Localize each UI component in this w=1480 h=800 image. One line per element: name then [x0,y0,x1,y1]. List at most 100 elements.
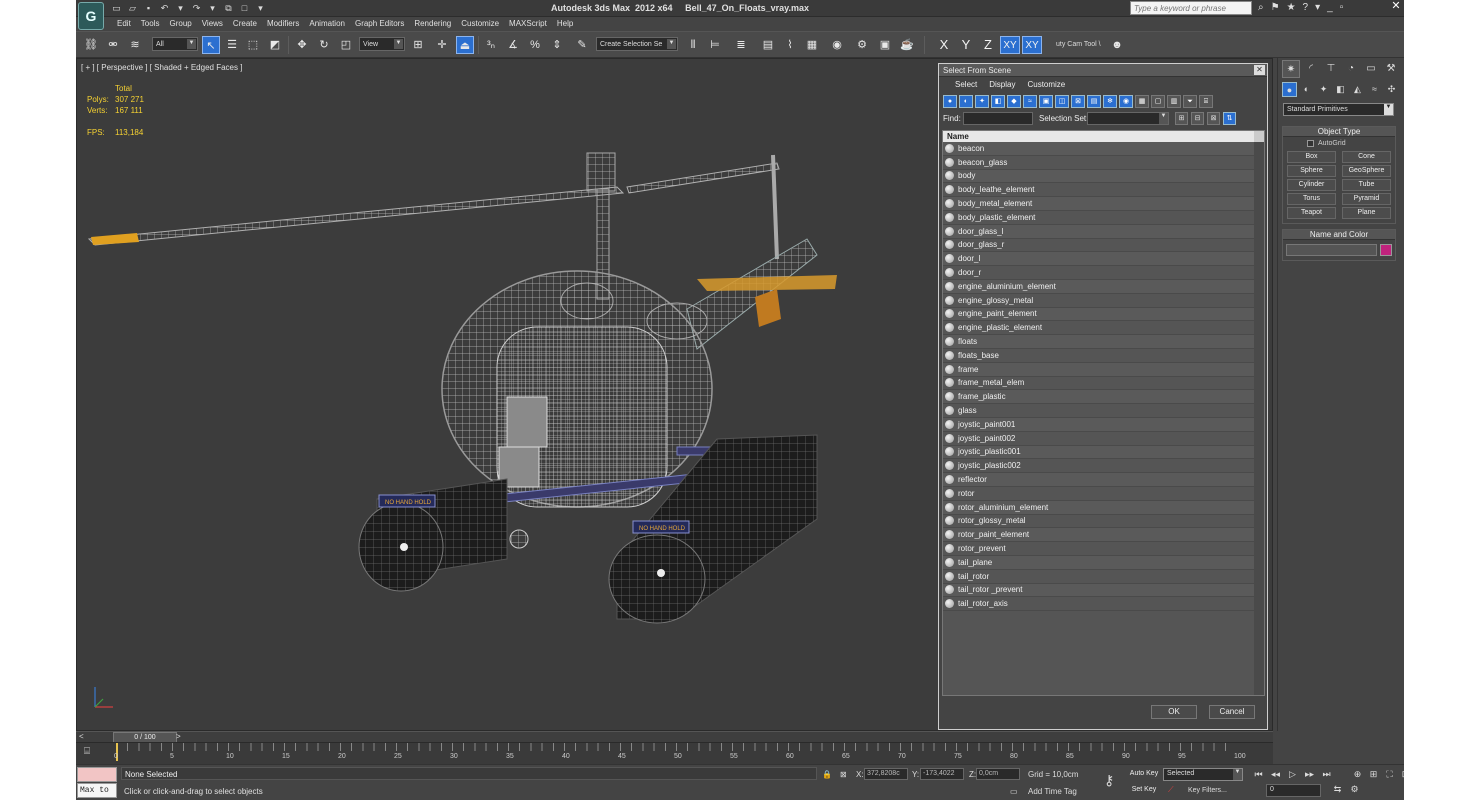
menu-tools[interactable]: Tools [136,17,165,31]
helpers-filter-icon[interactable]: ◆ [1007,95,1021,108]
named-selection-sets-dropdown[interactable]: Create Selection Se ▼ [596,37,678,51]
workspace-icon[interactable]: □ [238,2,251,14]
time-slider-next-icon[interactable]: > [176,732,181,741]
cancel-button[interactable]: Cancel [1209,705,1255,719]
object-type-title[interactable]: Object Type [1283,127,1395,137]
cameras-filter-icon[interactable]: ◧ [991,95,1005,108]
dialog-menu-customize[interactable]: Customize [1021,77,1071,92]
spinner-snap-icon[interactable]: ⇕ [548,36,566,54]
space-warps-filter-icon[interactable]: ≈ [1023,95,1037,108]
list-item[interactable]: floats [943,335,1264,349]
angle-snap-icon[interactable]: ∡ [504,36,522,54]
keyboard-shortcut-override-icon[interactable]: ⏏ [456,36,474,54]
set-key-button[interactable]: Set Key [1127,784,1161,797]
mirror-icon[interactable]: ⫴ [684,36,702,54]
list-item[interactable]: frame [943,362,1264,377]
list-item[interactable]: beacon_glass [943,156,1264,170]
axis-xy-button[interactable]: XY [1000,36,1020,54]
help-icon[interactable]: ? [1303,2,1309,14]
axis-xy-constraint-button[interactable]: XY [1022,36,1042,54]
select-by-name-icon[interactable]: ☰ [223,36,241,54]
undo-icon[interactable]: ↶ [158,2,171,14]
filter-options-icon[interactable]: ⌸ [1199,95,1213,108]
rendered-frame-window-icon[interactable]: ▣ [876,36,894,54]
time-slider-prev-icon[interactable]: < [79,732,84,741]
torus-button[interactable]: Torus [1287,193,1336,205]
display-none-icon[interactable]: ▢ [1151,95,1165,108]
reference-coordinate-dropdown[interactable]: View ▼ [359,37,405,51]
name-column-header[interactable]: Name [943,131,1264,142]
teapot-button[interactable]: Teapot [1287,207,1336,219]
frozen-filter-icon[interactable]: ❄ [1103,95,1117,108]
lights-category-icon[interactable]: ✦ [1316,82,1331,97]
create-tab-icon[interactable]: ✷ [1282,60,1300,78]
menu-rendering[interactable]: Rendering [409,17,456,31]
application-menu-button[interactable]: G [78,2,104,30]
maximize-icon[interactable]: ▫ [1340,2,1344,14]
list-item[interactable]: body_plastic_element [943,211,1264,225]
snaps-toggle-icon[interactable]: ³ₙ [482,36,500,54]
list-item[interactable]: joystic_paint001 [943,417,1264,432]
list-item[interactable]: door_glass_r [943,239,1264,253]
xrefs-filter-icon[interactable]: ◫ [1055,95,1069,108]
select-none-icon[interactable]: ⊟ [1191,112,1204,125]
list-item[interactable]: rotor_paint_element [943,528,1264,543]
select-and-rotate-icon[interactable]: ↻ [315,36,333,54]
next-frame-icon[interactable]: ▸▸ [1303,769,1316,780]
maxscript-mini-listener[interactable]: Max to [77,783,117,798]
render-setup-icon[interactable]: ⚙ [853,36,871,54]
list-item[interactable]: frame_metal_elem [943,377,1264,391]
dialog-menu-display[interactable]: Display [983,77,1021,92]
binoculars-icon[interactable]: ⌕ [1258,2,1264,14]
layer-manager-icon[interactable]: ≣ [732,36,750,54]
undo-dropdown-icon[interactable]: ▾ [174,2,187,14]
list-item[interactable]: tail_rotor_axis [943,597,1264,612]
dialog-menu-select[interactable]: Select [949,77,983,92]
utilities-tab-icon[interactable]: ⚒ [1382,60,1400,78]
list-item[interactable]: rotor_prevent [943,542,1264,556]
menu-animation[interactable]: Animation [304,17,350,31]
close-icon[interactable]: ✕ [1388,0,1404,16]
menu-customize[interactable]: Customize [456,17,504,31]
menu-help[interactable]: Help [552,17,578,31]
zoom-extents-all-icon[interactable]: ⊡ [1399,769,1404,780]
rectangular-selection-icon[interactable]: ⬚ [244,36,262,54]
display-tab-icon[interactable]: ▭ [1362,60,1380,78]
pivot-center-icon[interactable]: ⊞ [409,36,427,54]
list-item[interactable]: body_leathe_element [943,183,1264,198]
list-item[interactable]: tail_rotor _prevent [943,583,1264,598]
key-mode-toggle-icon[interactable]: ⇆ [1331,784,1344,795]
x-coord-field[interactable]: 372,8208c [864,768,908,780]
object-name-input[interactable] [1286,244,1378,256]
unlink-icon[interactable]: ⚮ [104,36,122,54]
communication-center-icon[interactable]: ★ [1287,2,1296,14]
pyramid-button[interactable]: Pyramid [1342,193,1391,205]
curve-editor-mini-icon[interactable]: ⌸ [84,746,90,757]
key-filters-button[interactable]: Key Filters... [1188,787,1227,794]
hierarchy-tab-icon[interactable]: ⊤ [1322,60,1340,78]
list-item[interactable]: joystic_plastic002 [943,459,1264,474]
list-item[interactable]: door_l [943,252,1264,267]
menu-edit[interactable]: Edit [112,17,136,31]
list-scrollbar[interactable] [1254,142,1264,695]
modify-tab-icon[interactable]: ◜ [1302,60,1320,78]
primitive-type-dropdown[interactable]: Standard Primitives ▼ [1283,103,1394,116]
list-item[interactable]: body [943,169,1264,184]
menu-views[interactable]: Views [197,17,228,31]
percent-snap-icon[interactable]: % [526,36,544,54]
list-item[interactable]: engine_paint_element [943,307,1264,322]
subscription-icon[interactable]: ⚑ [1271,2,1280,14]
bind-space-warp-icon[interactable]: ≋ [126,36,144,54]
axis-y-button[interactable]: Y [956,36,976,54]
list-item[interactable]: glass [943,404,1264,418]
new-file-icon[interactable]: ▭ [110,2,123,14]
menu-create[interactable]: Create [228,17,262,31]
find-input[interactable] [963,112,1033,125]
menu-graph-editors[interactable]: Graph Editors [350,17,409,31]
motion-tab-icon[interactable]: ◔ [1342,60,1360,78]
select-and-link-icon[interactable]: ⛓ [82,36,100,54]
list-item[interactable]: frame_plastic [943,390,1264,405]
edit-named-selection-icon[interactable]: ✎ [573,36,591,54]
hidden-filter-icon[interactable]: ◉ [1119,95,1133,108]
align-icon[interactable]: ⊨ [706,36,724,54]
